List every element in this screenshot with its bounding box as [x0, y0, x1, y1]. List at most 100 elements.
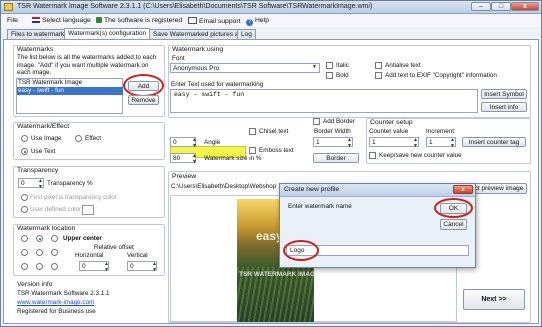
add-border-checkbox[interactable]: [313, 118, 320, 125]
maximize-button[interactable]: □: [491, 2, 511, 11]
tab-save[interactable]: Save Watermarked pictures as: [149, 29, 246, 39]
menu-language[interactable]: Select language: [32, 17, 91, 24]
border-width-label: Border Width: [314, 128, 351, 135]
location-radio[interactable]: [51, 235, 58, 242]
horizontal-label: Horizontal: [75, 252, 104, 259]
counter-title: Counter setup: [370, 119, 413, 126]
create-profile-dialog: Create new profile x Enter watermark nam…: [279, 183, 476, 268]
spinner-icon[interactable]: ▲ ▼: [413, 137, 418, 149]
effect-radio[interactable]: [75, 135, 82, 142]
select-preview-button[interactable]: ct preview image: [471, 183, 527, 194]
location-radio[interactable]: [36, 263, 43, 270]
chisel-checkbox[interactable]: [249, 128, 256, 135]
list-item-selected[interactable]: easy - swift - fun: [17, 87, 123, 95]
keep-counter-checkbox[interactable]: [369, 152, 376, 159]
cancel-button[interactable]: Cancel: [440, 219, 467, 230]
first-pixel-radio[interactable]: [21, 194, 28, 201]
exif-checkbox[interactable]: [375, 72, 382, 79]
border-button[interactable]: Border: [313, 153, 359, 163]
flag-icon: [32, 17, 40, 23]
effect-label: Effect: [85, 135, 101, 142]
transparency-percent-label: Transparency %: [47, 180, 93, 187]
close-button[interactable]: x: [511, 2, 539, 11]
text-label: Enter Text used for watermarking: [171, 81, 264, 88]
italic-checkbox[interactable]: [326, 62, 333, 69]
use-text-label: Use Text: [31, 148, 56, 155]
minimize-button[interactable]: –: [471, 2, 491, 11]
menu-registered[interactable]: The software is registered: [96, 17, 182, 24]
insert-info-button[interactable]: Insert info: [481, 102, 527, 112]
watermark-preview-logo: TSR WATERMARK IMAGE: [239, 271, 314, 278]
increment-label: Increment: [426, 128, 454, 135]
menu-email[interactable]: Email support: [188, 17, 241, 25]
antialias-label: Antialise text: [385, 62, 421, 69]
spinner-icon[interactable]: ▲ ▼: [192, 153, 197, 165]
highlight-oval: [434, 198, 473, 218]
location-radio[interactable]: [51, 249, 58, 256]
use-image-radio[interactable]: [21, 135, 28, 142]
spinner-icon[interactable]: ▲ ▼: [104, 261, 109, 273]
using-title: Watermark using: [172, 46, 224, 53]
location-title: Watermark location: [17, 225, 76, 232]
menu-language-label: Select language: [42, 17, 91, 24]
dialog-close-button[interactable]: x: [453, 185, 473, 194]
registered-for: Registered for Business use: [17, 308, 96, 315]
version-name: TSR Watermark Software 2.3.1.1: [17, 290, 110, 297]
location-radio[interactable]: [21, 235, 28, 242]
preview-path: C:\Users\Elisabeth\Desktop\Webshop: [171, 183, 277, 190]
spinner-icon[interactable]: ▲ ▼: [38, 178, 43, 190]
insert-counter-tag-button[interactable]: Insert counter tag: [462, 137, 526, 147]
spinner-icon[interactable]: ▲ ▼: [192, 137, 197, 149]
insert-symbol-button[interactable]: Insert Symbol: [481, 89, 527, 99]
add-border-label: Add Border: [323, 118, 355, 125]
watermarks-title: Watermarks: [17, 46, 54, 53]
counter-value-input[interactable]: 1: [369, 137, 419, 147]
vertical-label: Vertical: [127, 252, 148, 259]
antialias-checkbox[interactable]: [375, 62, 382, 69]
use-text-radio[interactable]: [21, 148, 28, 155]
spinner-icon[interactable]: ▲ ▼: [347, 137, 352, 149]
chevron-down-icon[interactable]: ▼: [312, 64, 317, 70]
spinner-icon[interactable]: ▲ ▼: [152, 261, 157, 273]
tab-log[interactable]: Log: [237, 29, 256, 39]
transparency-title: Transparency: [17, 167, 59, 174]
location-radio[interactable]: [36, 249, 43, 256]
next-button[interactable]: Next >>: [463, 289, 525, 310]
chisel-label: Chisel text: [259, 128, 289, 135]
location-selected-label: Upper center: [63, 235, 102, 242]
help-icon: ?: [246, 19, 253, 26]
location-radio[interactable]: [21, 263, 28, 270]
relative-offset-label: Relative offset: [94, 244, 134, 251]
checkmark-icon: [96, 17, 102, 23]
website-link[interactable]: www.watermark-image.com: [17, 299, 94, 306]
effect-title: Watermark/Effect: [17, 123, 70, 130]
emboss-checkbox[interactable]: [249, 147, 256, 154]
size-label: Watermark size in %: [204, 155, 262, 162]
italic-label: Italic: [336, 62, 349, 69]
color-swatch[interactable]: [82, 205, 94, 215]
remove-button[interactable]: Remove: [128, 95, 159, 105]
bold-label: Bold: [336, 72, 349, 79]
location-radio-selected[interactable]: [36, 235, 43, 242]
menu-registered-label: The software is registered: [104, 17, 183, 24]
user-defined-label: User defined color: [30, 206, 82, 213]
location-radio[interactable]: [51, 263, 58, 270]
menu-file[interactable]: File: [7, 17, 18, 24]
watermark-text-input[interactable]: easy - swift - fun: [170, 89, 478, 113]
location-radio[interactable]: [21, 249, 28, 256]
font-select[interactable]: Anonymous Pro: [170, 63, 320, 73]
window-title: TSR Watermark Image Software 2.3.1.1 (C:…: [17, 3, 373, 10]
list-item[interactable]: TSR Watermark Image: [18, 79, 82, 86]
bold-checkbox[interactable]: [326, 72, 333, 79]
user-defined-radio[interactable]: [21, 206, 28, 213]
tab-files[interactable]: Files to watermark: [7, 29, 69, 39]
menu-help[interactable]: ? Help: [246, 17, 269, 26]
menu-email-label: Email support: [199, 18, 241, 25]
menu-help-label: Help: [255, 17, 269, 24]
envelope-icon: [188, 17, 197, 24]
keep-counter-label: Keep/save new counter value: [379, 152, 462, 159]
first-pixel-label: First pixel is transparency color: [30, 194, 117, 201]
use-image-label: Use Image: [31, 135, 62, 142]
spinner-icon[interactable]: ▲ ▼: [450, 137, 455, 149]
emboss-label: Emboss text: [259, 147, 294, 154]
